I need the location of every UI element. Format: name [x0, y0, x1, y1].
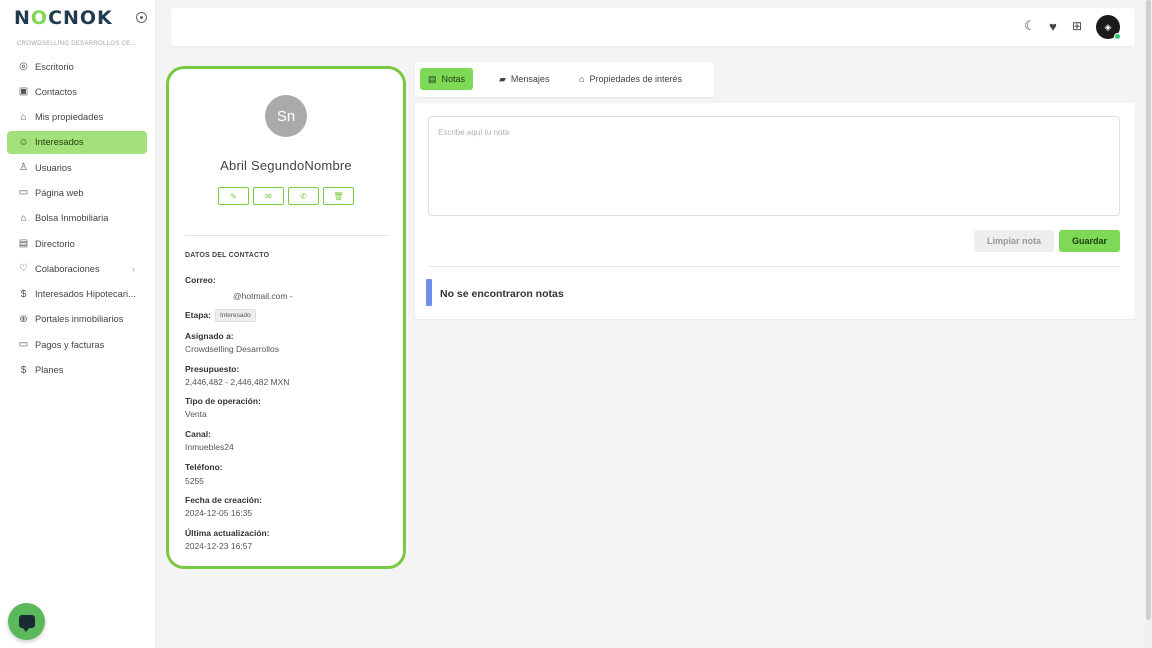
top-bar: ☾ ♥ ⊞ ◈: [171, 8, 1135, 46]
chevron-right-icon: ›: [132, 263, 135, 274]
heart-icon[interactable]: ♥: [1045, 18, 1061, 34]
brand-logo: NOCNOK: [14, 7, 113, 29]
tab-bar: ▤ Notas ▰ Mensajes ⌂ Propiedades de interés: [415, 62, 714, 97]
sidebar-item-pagina-web[interactable]: ▭ Página web: [7, 181, 147, 204]
user-avatar[interactable]: ◈: [1096, 15, 1121, 40]
user-icon: ♙: [19, 162, 28, 174]
sidebar-item-directorio[interactable]: ▤ Directorio: [7, 232, 147, 255]
contacts-icon: ▣: [18, 86, 29, 98]
whatsapp-icon: ✆: [300, 191, 307, 201]
stage-label: Etapa: Interesado: [185, 309, 256, 322]
tab-notas[interactable]: ▤ Notas: [420, 68, 474, 90]
operation-label: Tipo de operación:: [185, 396, 261, 406]
contact-name: Abril SegundoNombre: [220, 158, 352, 173]
contact-card: Sn Abril SegundoNombre ✎ ✉ ✆ 🗑 DATOS DEL…: [166, 66, 406, 569]
sidebar-item-usuarios[interactable]: ♙ Usuarios: [7, 156, 147, 179]
contact-avatar: Sn: [265, 95, 307, 137]
smiley-icon: ☺: [18, 136, 29, 148]
directory-icon: ▤: [18, 238, 29, 250]
phone-value: 5255: [185, 476, 204, 486]
browser-icon: ▭: [18, 187, 29, 199]
trash-icon: 🗑: [333, 191, 344, 201]
building-icon: ⌂: [20, 212, 27, 224]
edit-button[interactable]: ✎: [218, 187, 249, 205]
email-button[interactable]: ✉: [253, 187, 284, 205]
tab-propiedades[interactable]: ⌂ Propiedades de interés: [571, 68, 690, 90]
dashboard-icon: ◎: [19, 61, 28, 72]
assigned-label: Asignado a:: [185, 331, 234, 341]
divider: [185, 235, 388, 236]
sidebar-item-interesados-hipotecarios[interactable]: $ Interesados Hipotecari...: [7, 283, 147, 306]
edit-icon: ✎: [230, 191, 237, 201]
empty-notes-message: No se encontraron notas: [440, 288, 564, 300]
logo[interactable]: NOCNOK: [14, 7, 154, 29]
created-label: Fecha de creación:: [185, 495, 263, 505]
delete-button[interactable]: 🗑: [323, 187, 354, 205]
save-note-button[interactable]: Guardar: [1059, 230, 1120, 252]
home-icon: ⌂: [579, 74, 585, 84]
home-icon: ⌂: [20, 111, 27, 123]
tab-mensajes[interactable]: ▰ Mensajes: [491, 68, 557, 90]
chat-icon: ▰: [499, 73, 506, 84]
note-input[interactable]: [428, 116, 1120, 216]
contact-actions: ✎ ✉ ✆ 🗑: [218, 187, 354, 205]
channel-value: Inmuebles24: [185, 442, 234, 452]
sidebar-item-portales[interactable]: ⊕ Portales inmobiliarios: [7, 308, 147, 331]
sidebar-item-bolsa-inmobiliaria[interactable]: ⌂ Bolsa Inmobiliaria: [7, 207, 147, 230]
sidebar-item-contactos[interactable]: ▣ Contactos: [7, 80, 147, 103]
sidebar-item-planes[interactable]: $ Planes: [7, 359, 147, 382]
budget-label: Presupuesto:: [185, 364, 240, 374]
sidebar-item-colaboraciones[interactable]: ♡ Colaboraciones ›: [7, 257, 147, 280]
sidebar-item-escritorio[interactable]: ◎ Escritorio: [7, 55, 147, 78]
company-name: CROWDSELLING DESARROLLOS CE...: [17, 41, 137, 47]
whatsapp-button[interactable]: ✆: [288, 187, 319, 205]
section-title: DATOS DEL CONTACTO: [185, 252, 270, 259]
sidebar: NOCNOK CROWDSELLING DESARROLLOS CE... ◎ E…: [0, 0, 156, 648]
scrollbar-thumb[interactable]: [1146, 0, 1151, 620]
dollar-icon: $: [20, 364, 27, 376]
info-bar: [426, 279, 432, 306]
stage-badge: Interesado: [214, 309, 256, 322]
email-label: Correo:: [185, 275, 216, 285]
assigned-value: Crowdselling Desarrollos: [185, 344, 280, 354]
dollar-circle-icon: $: [20, 288, 27, 300]
phone-label: Teléfono:: [185, 462, 223, 472]
online-status-dot: [1114, 33, 1121, 40]
channel-label: Canal:: [185, 429, 211, 439]
sidebar-nav: ◎ Escritorio ▣ Contactos ⌂ Mis propiedades …: [7, 55, 147, 384]
operation-value: Venta: [185, 409, 207, 419]
globe-icon: ⊕: [19, 313, 28, 325]
sidebar-item-pagos[interactable]: ▭ Pagos y facturas: [7, 333, 147, 356]
clear-note-button[interactable]: Limpiar nota: [974, 230, 1054, 252]
apps-icon[interactable]: ⊞: [1069, 18, 1085, 34]
handshake-icon: ♡: [19, 263, 28, 275]
updated-value: 2024-12-23 16:57: [185, 541, 253, 551]
updated-label: Última actualización:: [185, 528, 270, 538]
mail-icon: ✉: [265, 191, 272, 201]
chat-button[interactable]: [8, 603, 45, 640]
email-value: @hotmail.com -: [233, 291, 293, 301]
divider: [428, 266, 1120, 267]
sidebar-toggle-icon[interactable]: [136, 12, 147, 23]
created-value: 2024-12-05 16:35: [185, 508, 253, 518]
user-avatar-icon: ◈: [1104, 21, 1112, 32]
sidebar-item-mis-propiedades[interactable]: ⌂ Mis propiedades: [7, 106, 147, 129]
budget-value: 2,446,482 - 2,446,482 MXN: [185, 377, 290, 387]
sidebar-item-interesados[interactable]: ☺ Interesados: [7, 130, 147, 154]
note-icon: ▤: [428, 73, 437, 84]
notes-panel: Limpiar nota Guardar No se encontraron n…: [415, 103, 1135, 319]
chat-bubble-icon: [18, 615, 35, 632]
card-icon: ▭: [18, 339, 29, 351]
moon-icon[interactable]: ☾: [1022, 18, 1038, 34]
